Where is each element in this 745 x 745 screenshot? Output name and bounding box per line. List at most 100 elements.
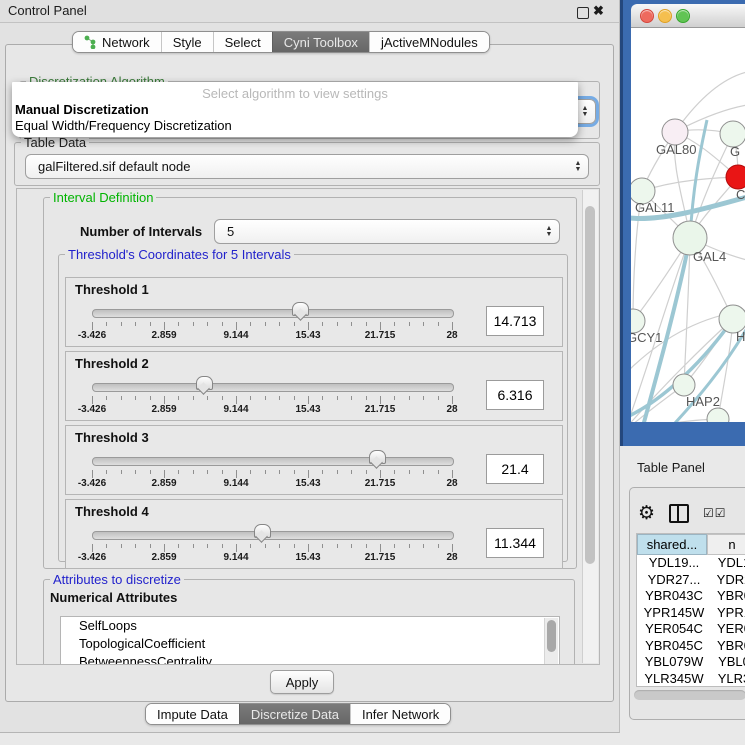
table-horizontal-scrollbar[interactable] bbox=[634, 690, 745, 700]
threshold-4-label: Threshold 4 bbox=[75, 504, 149, 519]
table-cell[interactable]: YBL0 bbox=[711, 654, 745, 671]
apply-button[interactable]: Apply bbox=[270, 670, 334, 694]
table-cell[interactable]: YDR27... bbox=[637, 572, 711, 589]
attribute-item-topologicalcoefficient[interactable]: TopologicalCoefficient bbox=[61, 635, 559, 653]
popup-option-equal-width-frequency-discretization[interactable]: Equal Width/Frequency Discretization bbox=[12, 118, 578, 134]
table-row[interactable]: YPR145WYPR1 bbox=[637, 605, 745, 622]
float-window-icon[interactable] bbox=[577, 7, 589, 19]
node-label-gal80: GAL80 bbox=[656, 142, 696, 157]
table-data-combo-value: galFiltered.sif default node bbox=[26, 159, 568, 174]
table-cell[interactable]: YDL1 bbox=[711, 555, 745, 572]
network-node-hap2[interactable] bbox=[673, 374, 695, 396]
numerical-attributes-list: SelfLoopsTopologicalCoefficientBetweenne… bbox=[60, 616, 560, 665]
threshold-1-slider-thumb[interactable] bbox=[292, 302, 309, 316]
tab-select[interactable]: Select bbox=[213, 32, 272, 52]
table-row[interactable]: YBR043CYBR0 bbox=[637, 588, 745, 605]
control-panel-titlebar: Control Panel ✖ bbox=[0, 0, 619, 23]
table-row[interactable]: YLR345WYLR3 bbox=[637, 671, 745, 688]
table-cell[interactable]: YER0 bbox=[711, 621, 745, 638]
column-header-shared[interactable]: shared... bbox=[637, 534, 707, 555]
threshold-1-slider-track[interactable] bbox=[92, 309, 454, 318]
tab-discretize-data[interactable]: Discretize Data bbox=[239, 704, 350, 724]
table-data-group: Table Data galFiltered.sif default node … bbox=[14, 142, 600, 186]
column-layout-icon[interactable] bbox=[669, 504, 689, 523]
tab-jactivemnodules-label: jActiveMNodules bbox=[381, 35, 478, 50]
combo-arrows-icon: ▲▼ bbox=[539, 226, 559, 238]
table-row[interactable]: YBL079WYBL0 bbox=[637, 654, 745, 671]
popup-hint: Select algorithm to view settings bbox=[12, 82, 578, 102]
table-cell[interactable]: YBR045C bbox=[637, 638, 711, 655]
network-window-titlebar[interactable] bbox=[631, 4, 745, 28]
tab-cyni-toolbox[interactable]: Cyni Toolbox bbox=[272, 32, 369, 52]
interval-definition-title: Interval Definition bbox=[50, 190, 156, 205]
table-panel-region: Table Panel ⚙ ☑☑ shared...n YDL19...YDL1… bbox=[620, 446, 745, 745]
gear-icon[interactable]: ⚙ bbox=[638, 502, 655, 524]
node-attribute-table: shared...n YDL19...YDL1YDR27...YDR2YBR04… bbox=[636, 533, 745, 687]
settings-scrollbar[interactable] bbox=[582, 190, 598, 663]
attributes-group-title: Attributes to discretize bbox=[50, 572, 184, 587]
threshold-3-slider-thumb[interactable] bbox=[369, 450, 386, 464]
table-cell[interactable]: YPR1 bbox=[711, 605, 745, 622]
threshold-4-value-field[interactable]: 11.344 bbox=[486, 528, 544, 558]
checkbox-filter-icons[interactable]: ☑☑ bbox=[703, 506, 727, 520]
threshold-4-box: Threshold 4-3.4262.8599.14415.4321.71528… bbox=[65, 499, 563, 569]
threshold-2-slider-thumb[interactable] bbox=[196, 376, 213, 390]
table-cell[interactable]: YLR3 bbox=[711, 671, 745, 688]
table-cell[interactable]: YBR0 bbox=[711, 638, 745, 655]
attributes-list-scrollbar[interactable] bbox=[544, 618, 558, 665]
threshold-3-slider-track[interactable] bbox=[92, 457, 454, 466]
node-label-hap2: HAP2 bbox=[686, 394, 720, 409]
tab-style[interactable]: Style bbox=[161, 32, 213, 52]
zoom-traffic-light-icon[interactable] bbox=[676, 9, 690, 23]
attribute-item-betweennesscentrality[interactable]: BetweennessCentrality bbox=[61, 653, 559, 665]
minimize-traffic-light-icon[interactable] bbox=[658, 9, 672, 23]
threshold-2-slider-track[interactable] bbox=[92, 383, 454, 392]
tab-network[interactable]: Network bbox=[73, 32, 161, 52]
threshold-3-value-field[interactable]: 21.4 bbox=[486, 454, 544, 484]
settings-scroll-area: Interval Definition Number of Intervals … bbox=[16, 188, 600, 665]
threshold-coordinates-title: Threshold's Coordinates for 5 Intervals bbox=[65, 247, 294, 262]
table-cell[interactable]: YBR043C bbox=[637, 588, 711, 605]
window-title: Control Panel bbox=[8, 0, 87, 22]
node-label-gcy1: GCY1 bbox=[631, 330, 662, 345]
tab-select-label: Select bbox=[225, 35, 261, 50]
table-cell[interactable]: YER054C bbox=[637, 621, 711, 638]
threshold-4-slider-thumb[interactable] bbox=[254, 524, 271, 538]
table-row[interactable]: YDR27...YDR2 bbox=[637, 572, 745, 589]
table-cell[interactable]: YLR345W bbox=[637, 671, 711, 688]
attribute-item-selfloops[interactable]: SelfLoops bbox=[61, 617, 559, 635]
column-header-n[interactable]: n bbox=[707, 534, 745, 555]
network-window: GAL80GCGAL11GAL4GCY1HHAP2 bbox=[631, 4, 745, 422]
close-icon[interactable]: ✖ bbox=[593, 3, 604, 19]
table-cell[interactable]: YBR0 bbox=[711, 588, 745, 605]
table-data-group-title: Table Data bbox=[21, 135, 89, 150]
table-data-combo[interactable]: galFiltered.sif default node ▲▼ bbox=[25, 154, 589, 179]
numerical-attributes-label: Numerical Attributes bbox=[50, 590, 177, 605]
tab-impute-data[interactable]: Impute Data bbox=[146, 704, 239, 724]
threshold-3-box: Threshold 3-3.4262.8599.14415.4321.71528… bbox=[65, 425, 563, 495]
close-traffic-light-icon[interactable] bbox=[640, 9, 654, 23]
table-row[interactable]: YDL19...YDL1 bbox=[637, 555, 745, 572]
table-cell[interactable]: YDR2 bbox=[711, 572, 745, 589]
network-node-c[interactable] bbox=[726, 165, 745, 189]
network-view-region: GAL80GCGAL11GAL4GCY1HHAP2 bbox=[620, 0, 745, 446]
tab-jactivemnodules[interactable]: jActiveMNodules bbox=[369, 32, 489, 52]
table-cell[interactable]: YPR145W bbox=[637, 605, 711, 622]
threshold-2-box: Threshold 2-3.4262.8599.14415.4321.71528… bbox=[65, 351, 563, 421]
threshold-1-value-field[interactable]: 14.713 bbox=[486, 306, 544, 336]
network-canvas[interactable]: GAL80GCGAL11GAL4GCY1HHAP2 bbox=[631, 28, 745, 422]
number-of-intervals-label: Number of Intervals bbox=[80, 224, 202, 239]
threshold-4-slider-track[interactable] bbox=[92, 531, 454, 540]
network-node[interactable] bbox=[707, 408, 729, 422]
threshold-2-value-field[interactable]: 6.316 bbox=[486, 380, 544, 410]
number-of-intervals-combo[interactable]: 5 ▲▼ bbox=[214, 219, 560, 244]
table-cell[interactable]: YDL19... bbox=[637, 555, 711, 572]
interval-definition-group: Interval Definition Number of Intervals … bbox=[43, 197, 577, 569]
tab-infer-network[interactable]: Infer Network bbox=[350, 704, 450, 724]
table-row[interactable]: YBR045CYBR0 bbox=[637, 638, 745, 655]
table-row[interactable]: YER054CYER0 bbox=[637, 621, 745, 638]
table-cell[interactable]: YBL079W bbox=[637, 654, 711, 671]
algorithm-dropdown-popup: Select algorithm to view settings Manual… bbox=[12, 82, 578, 137]
tab-infer-network-label: Infer Network bbox=[362, 707, 439, 722]
popup-option-manual-discretization[interactable]: Manual Discretization bbox=[12, 102, 578, 118]
